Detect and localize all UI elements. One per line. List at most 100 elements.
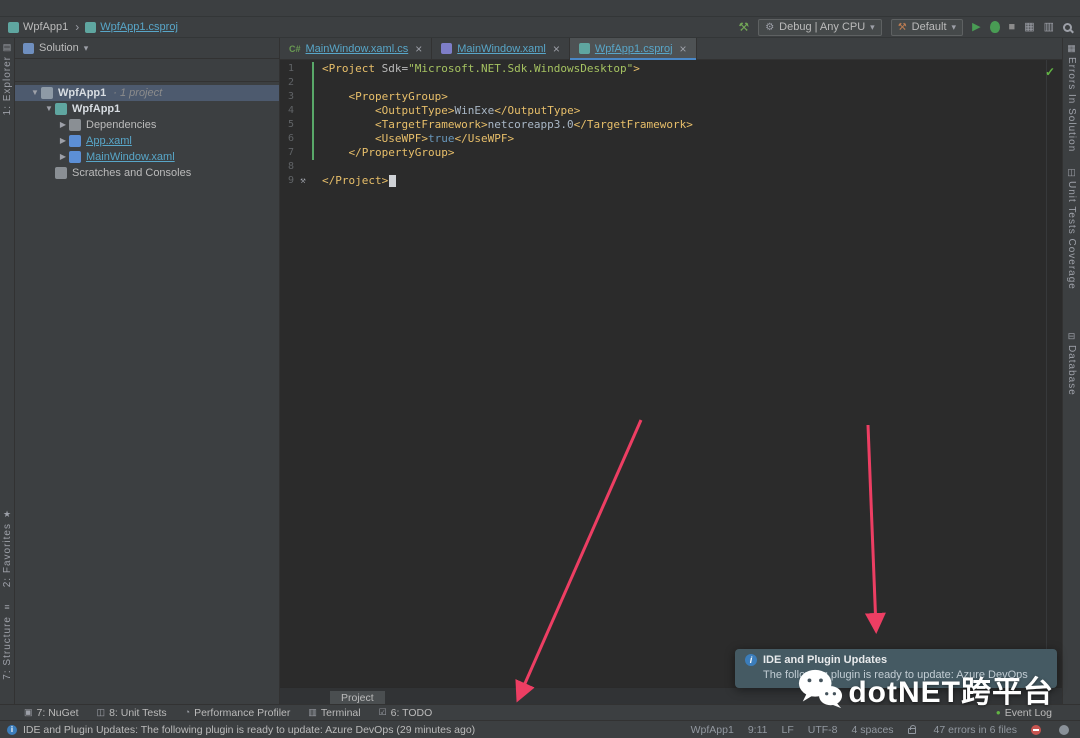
breadcrumb-label: WpfApp1.csproj — [100, 21, 178, 33]
tool-label: 6: TODO — [390, 706, 433, 719]
wechat-icon — [799, 669, 843, 709]
navigation-bar: WpfApp1 › WpfApp1.csproj ⚒ ⚙ Debug | Any… — [0, 17, 1080, 38]
update-icon[interactable]: i — [7, 724, 17, 735]
tree-node[interactable]: ▶ App.xaml — [15, 133, 279, 149]
breadcrumb-item[interactable]: WpfApp1 › — [8, 20, 82, 34]
status-item[interactable]: LF — [782, 724, 794, 736]
editor-tab[interactable]: WpfApp1.csproj × — [569, 38, 697, 60]
code-line[interactable]: 7 </PropertyGroup> — [280, 146, 1062, 160]
tree-expand-icon[interactable]: ▼ — [29, 85, 41, 101]
run-button[interactable]: ▶ — [972, 21, 980, 33]
tool-window-button[interactable]: ◔ Performance Profiler — [185, 707, 291, 719]
status-item[interactable]: 47 errors in 6 files — [934, 724, 1017, 736]
solution-icon — [23, 42, 34, 54]
tool-icon: ▥ — [308, 707, 317, 717]
configuration-selector[interactable]: ⚙ Debug | Any CPU ▾ — [758, 18, 882, 36]
editor-tab[interactable]: MainWindow.xaml × — [432, 38, 570, 59]
code-editor[interactable]: 1 <Project Sdk="Microsoft.NET.Sdk.Windows… — [280, 60, 1062, 687]
tool-window-stripe-button[interactable]: ▦ Errors In Solution — [1066, 43, 1077, 153]
breadcrumb: WpfApp1 › WpfApp1.csproj — [8, 20, 188, 34]
editor-tab[interactable]: C# MainWindow.xaml.cs × — [280, 38, 433, 59]
node-label: WpfApp1 — [58, 87, 107, 99]
status-item[interactable]: UTF-8 — [808, 724, 838, 736]
run-toolbar: ⚒ ⚙ Debug | Any CPU ▾ ⚒ Default ▾ ▶ ■ ▦ … — [738, 18, 1072, 36]
tool-window-icon: ▦ — [1067, 43, 1076, 53]
vcs-change-marker — [312, 104, 314, 118]
stop-button[interactable]: ■ — [1009, 21, 1016, 33]
launch-settings-label: Default — [911, 21, 947, 33]
launch-settings-selector[interactable]: ⚒ Default ▾ — [890, 18, 964, 36]
line-number: 7 — [287, 147, 294, 158]
close-icon[interactable]: × — [680, 42, 687, 56]
tree-expand-icon[interactable]: ▼ — [43, 101, 55, 117]
status-item[interactable] — [1059, 724, 1073, 735]
status-item[interactable] — [1031, 724, 1045, 735]
status-item[interactable]: WpfApp1 — [691, 724, 734, 736]
tool-window-stripe-button[interactable]: ◫ Unit Tests Coverage — [1066, 168, 1077, 290]
tool-window-icon: ★ — [2, 509, 12, 520]
status-item[interactable]: 9:11 — [748, 724, 768, 736]
tool-window-stripe-button[interactable]: ⊟ Database — [1066, 332, 1077, 396]
node-icon — [41, 87, 53, 99]
search-everywhere-icon[interactable] — [1063, 22, 1072, 32]
code-line[interactable]: 1 <Project Sdk="Microsoft.NET.Sdk.Windows… — [280, 62, 1062, 76]
ide-window: WpfApp1 › WpfApp1.csproj ⚒ ⚙ Debug | Any… — [0, 0, 1080, 738]
tool-window-icon: ▤ — [2, 42, 12, 52]
project-panel-header: Solution ▾ — [15, 38, 279, 59]
inspections-ok-icon[interactable]: ✓ — [1045, 65, 1055, 79]
breadcrumb-label: WpfApp1 — [23, 21, 69, 33]
stripe-label: Unit Tests Coverage — [1066, 181, 1077, 291]
tool-window-stripe-button[interactable]: ≡ 7: Structure — [2, 603, 13, 680]
profiler-button[interactable]: ▥ — [1044, 21, 1054, 33]
file-icon — [85, 21, 97, 33]
tool-icon: ◫ — [96, 707, 106, 717]
tree-expand-icon[interactable]: ▶ — [57, 117, 69, 133]
status-item[interactable]: 4 spaces — [852, 724, 894, 736]
tree-expand-icon[interactable]: ▶ — [57, 133, 69, 149]
tool-window-button[interactable]: ☑ 6: TODO — [379, 707, 433, 719]
watermark: dotNET跨平台 — [797, 666, 1054, 712]
vcs-change-marker — [312, 160, 314, 174]
tool-icon: ▣ — [24, 707, 33, 717]
chevron-right-icon: › — [75, 20, 80, 34]
close-icon[interactable]: × — [415, 42, 422, 56]
tree-node[interactable]: Scratches and Consoles — [15, 165, 279, 181]
right-tool-stripe: ▦ Errors In Solution ◫ Unit Tests Covera… — [1062, 38, 1080, 704]
tab-label: MainWindow.xaml.cs — [305, 42, 409, 55]
tree-node[interactable]: ▶ MainWindow.xaml — [15, 149, 279, 165]
tree-node[interactable]: ▼ WpfApp1 · 1 project — [15, 85, 279, 101]
status-message[interactable]: IDE and Plugin Updates: The following pl… — [23, 724, 475, 736]
vcs-change-marker — [312, 174, 314, 188]
stripe-label: 1: Explorer — [1, 56, 13, 116]
tree-node[interactable]: ▼ WpfApp1 — [15, 101, 279, 117]
node-suffix: · 1 project — [113, 87, 163, 99]
wrench-icon: ⚒ — [897, 21, 907, 33]
vcs-change-marker — [312, 146, 314, 160]
code-line[interactable]: 4 <OutputType>WinExe</OutputType> — [280, 104, 1062, 118]
debug-button[interactable] — [989, 21, 1000, 33]
code-line[interactable]: 6 <UseWPF>true</UseWPF> — [280, 132, 1062, 146]
tree-node[interactable]: ▶ Dependencies — [15, 117, 279, 133]
tree-expand-icon[interactable]: ▶ — [57, 149, 69, 165]
status-item[interactable] — [907, 725, 920, 734]
code-line[interactable]: 9 ⚒ </Project> — [280, 174, 1062, 188]
close-icon[interactable]: × — [553, 42, 560, 56]
tool-window-button[interactable]: ▥ Terminal — [308, 707, 360, 719]
tool-window-button[interactable]: ◫ 8: Unit Tests — [97, 707, 167, 719]
code-line[interactable]: 8 — [280, 160, 1062, 174]
view-mode-selector[interactable]: Solution — [39, 42, 79, 54]
node-icon — [55, 103, 67, 115]
tool-window-stripe-button[interactable]: ▤ 1: Explorer — [1, 42, 13, 116]
code-line[interactable]: 3 <PropertyGroup> — [280, 90, 1062, 104]
node-label: Dependencies — [86, 119, 157, 131]
vcs-change-marker — [312, 132, 314, 146]
code-lines: 1 <Project Sdk="Microsoft.NET.Sdk.Windows… — [280, 62, 1062, 188]
tool-window-stripe-button[interactable]: ★ 2: Favorites — [2, 509, 13, 588]
notification-title: IDE and Plugin Updates — [763, 654, 888, 666]
coverage-button[interactable]: ▦ — [1024, 21, 1034, 33]
tool-window-button[interactable]: ▣ 7: NuGet — [24, 707, 79, 719]
code-line[interactable]: 5 <TargetFramework>netcoreapp3.0</Target… — [280, 118, 1062, 132]
build-icon[interactable]: ⚒ — [738, 21, 749, 33]
breadcrumb-item[interactable]: WpfApp1.csproj — [85, 21, 188, 33]
code-line[interactable]: 2 — [280, 76, 1062, 90]
